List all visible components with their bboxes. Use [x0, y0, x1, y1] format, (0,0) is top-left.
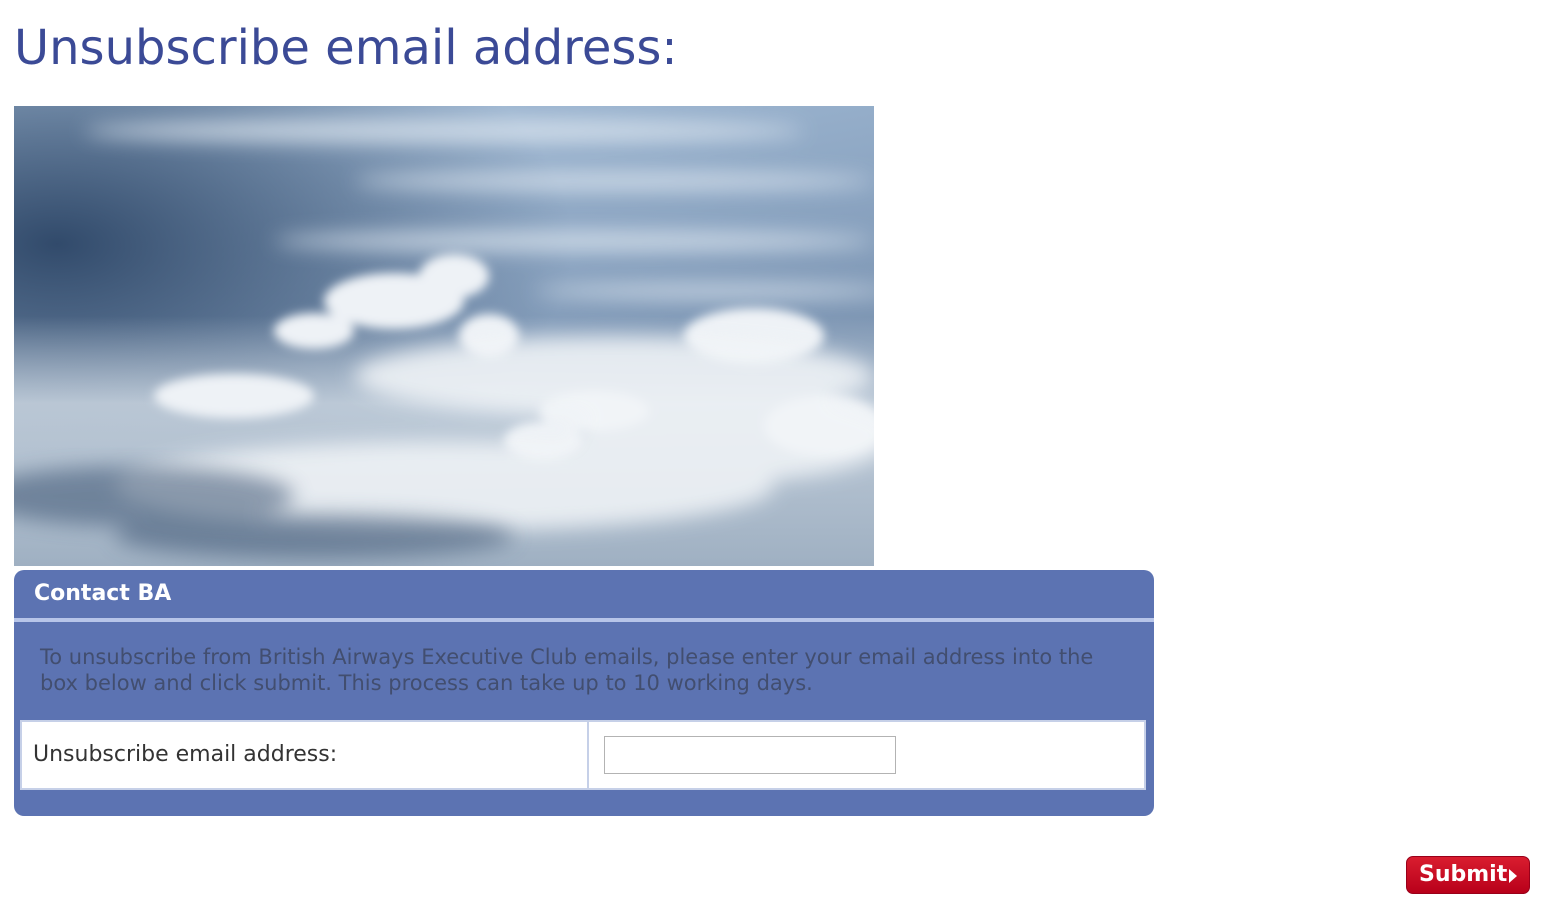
submit-label: Submit [1419, 862, 1508, 887]
email-input[interactable] [604, 736, 896, 774]
email-form-row: Unsubscribe email address: [20, 720, 1146, 790]
email-label: Unsubscribe email address: [33, 742, 338, 767]
panel-description: To unsubscribe from British Airways Exec… [40, 645, 1094, 695]
email-label-cell: Unsubscribe email address: [22, 722, 589, 788]
submit-button[interactable]: Submit [1406, 856, 1530, 894]
panel-divider [14, 618, 1154, 622]
arrow-right-icon [1509, 869, 1517, 883]
panel-title: Contact BA [34, 581, 172, 606]
cloud-photo [14, 106, 874, 566]
page-title: Unsubscribe email address: [14, 20, 678, 76]
contact-panel: Contact BA To unsubscribe from British A… [14, 570, 1154, 816]
hero-image [14, 106, 874, 566]
